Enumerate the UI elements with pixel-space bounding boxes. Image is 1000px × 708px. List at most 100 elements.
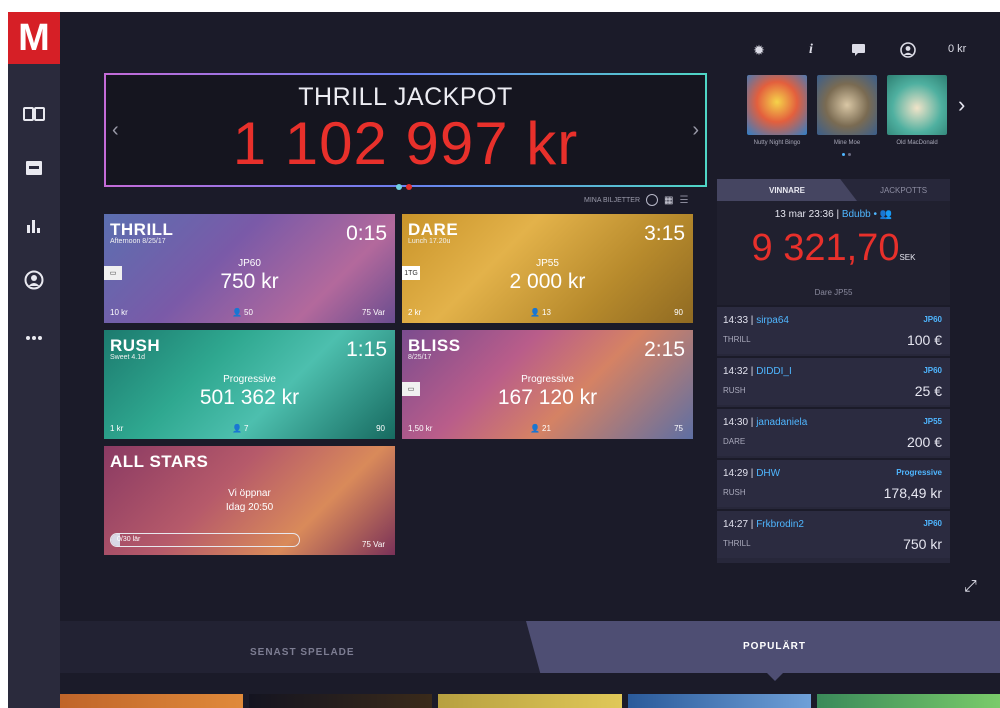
carousel-dot-active[interactable] [406,184,412,190]
win-game: DARE [723,437,746,446]
game-thumb-nutty[interactable] [747,75,807,135]
tile-players: 13 [542,308,551,317]
tile-jackpot-label: JP55 [536,258,559,269]
popular-games-strip [60,694,1000,708]
latest-win-user[interactable]: Bdubb [842,209,871,220]
settings-icon[interactable]: ✹ [749,40,769,60]
tile-amount: 750 kr [220,270,279,293]
winner-row[interactable]: 14:32 | DIDDI_I JP60 RUSH 25 € [717,356,950,405]
tile-stake: 2 kr [408,308,422,317]
win-amount: 100 € [906,332,942,348]
bottom-tabs: SENAST SPELADE POPULÄRT [60,621,1000,673]
win-user[interactable]: sirpa64 [756,315,789,326]
win-amount: 25 € [914,383,942,399]
winner-row[interactable]: 14:29 | DHW Progressive RUSH 178,49 kr [717,458,950,507]
winner-row[interactable]: 14:33 | sirpa64 JP60 THRILL 100 € [717,305,950,354]
tile-players: 7 [244,424,249,433]
brand-logo[interactable]: M [8,12,60,64]
win-game: RUSH [723,386,746,395]
game-tile-dare[interactable]: DARE Lunch 17.20u 3:15 JP55 2 000 kr 1TG… [402,214,693,323]
chevron-right-icon[interactable]: › [692,119,699,142]
tile-info: 75 Var [362,308,385,317]
winners-panel: VINNARE JACKPOTTS 13 mar 23:36 | Bdubb •… [717,179,950,563]
tile-info: 90 [674,308,683,317]
win-time: 14:32 | [723,366,757,377]
carousel-dot[interactable] [842,153,845,156]
tile-name: ALL STARS [110,452,209,471]
latest-win-currency: SEK [899,253,916,262]
player-icon: 👤 [530,308,540,317]
tile-timer: 3:15 [644,222,685,245]
game-tile-rush[interactable]: RUSH Sweet 4.1d 1:15 Progressive 501 362… [104,330,395,439]
circle-icon[interactable] [646,194,659,206]
tile-info: 75 [674,424,683,433]
win-game: THRILL [723,335,751,344]
expand-icon[interactable]: ⤢ [964,578,977,596]
tile-subtitle: Afternoon 8/25/17 [110,238,166,245]
game-tile-thrill[interactable]: THRILL Afternoon 8/25/17 0:15 JP60 750 k… [104,214,395,323]
ticket-icon[interactable] [18,152,50,184]
popular-game-thumb[interactable] [249,694,433,708]
game-thumb-mine[interactable] [817,75,877,135]
tile-stake: 1,50 kr [408,424,433,433]
grid-view-icon[interactable]: ▦ [664,195,673,206]
player-icon: 👤 [232,308,242,317]
list-view-icon[interactable]: ☰ [679,195,688,206]
jackpot-title: THRILL JACKPOT [298,83,513,111]
tile-timer: 2:15 [644,338,685,361]
balance-display: 0 kr [948,43,967,55]
games-carousel-dots [842,153,851,156]
win-user[interactable]: DIDDI_I [756,366,792,377]
win-amount: 178,49 kr [883,485,942,501]
win-user[interactable]: Frkbrodin2 [756,519,804,530]
latest-win: 13 mar 23:36 | Bdubb • 👥 9 321,70SEK Dar… [717,201,950,305]
chat-badge-icon: ▭ [402,382,420,396]
tab-popular[interactable]: POPULÄRT [526,621,1000,673]
popular-game-thumb[interactable] [438,694,622,708]
sidebar: M [8,12,60,708]
more-icon[interactable] [18,322,50,354]
win-user[interactable]: janadaniela [756,417,807,428]
my-tickets-label[interactable]: MINA BILJETTER [584,197,640,204]
carousel-dots [396,184,412,190]
chat-badge-icon: ▭ [104,266,122,280]
tab-winners[interactable]: VINNARE [717,179,857,201]
carousel-dot[interactable] [848,153,851,156]
cards-icon[interactable] [18,98,50,130]
app-window: M ✹ i 0 kr ‹ THRILL JACKPOT 1 102 997 kr… [8,12,1000,708]
profile-icon[interactable] [18,264,50,296]
chevron-right-icon[interactable]: › [958,92,965,118]
game-tile-all-stars[interactable]: ALL STARS Vi öppnar Idag 20:50 0/30 lär … [104,446,395,555]
tile-amount: 167 120 kr [497,386,598,409]
popular-game-thumb[interactable] [627,694,811,708]
winner-row[interactable]: 14:27 | Frkbrodin2 JP60 THRILL 750 kr [717,509,950,558]
tile-amount: 2 000 kr [509,270,586,293]
tab-indicator-arrow [767,673,783,681]
progress-bar: 0/30 lär [110,533,300,547]
tab-jackpots[interactable]: JACKPOTTS [857,179,950,201]
tile-name: RUSH [110,336,161,355]
tab-recently-played[interactable]: SENAST SPELADE [250,647,355,658]
game-name: Old MacDonald [896,140,938,146]
win-user[interactable]: DHW [756,468,780,479]
tickets-bar: MINA BILJETTER ▦ ☰ [584,194,688,206]
popular-game-thumb[interactable] [60,694,244,708]
users-icon: • 👥 [870,209,893,220]
jackpot-banner[interactable]: ‹ THRILL JACKPOT 1 102 997 kr › [104,73,707,187]
win-type: JP55 [923,417,942,426]
tile-timer: 1:15 [346,338,387,361]
win-type: JP60 [923,519,942,528]
popular-game-thumb[interactable] [816,694,1000,708]
tile-stake: 10 kr [110,308,128,317]
chat-icon[interactable] [848,40,868,60]
winner-row[interactable]: 14:30 | janadaniela JP55 DARE 200 € [717,407,950,456]
stats-icon[interactable] [18,210,50,242]
game-tile-bliss[interactable]: BLISS 8/25/17 2:15 Progressive 167 120 k… [402,330,693,439]
carousel-dot[interactable] [396,184,402,190]
game-thumb-macdonald[interactable] [887,75,947,135]
info-icon[interactable]: i [801,40,821,60]
tile-opening-time: Idag 20:50 [225,502,274,513]
account-icon[interactable] [898,40,918,60]
player-icon: 👤 [530,424,540,433]
win-time: 14:33 | [723,315,757,326]
